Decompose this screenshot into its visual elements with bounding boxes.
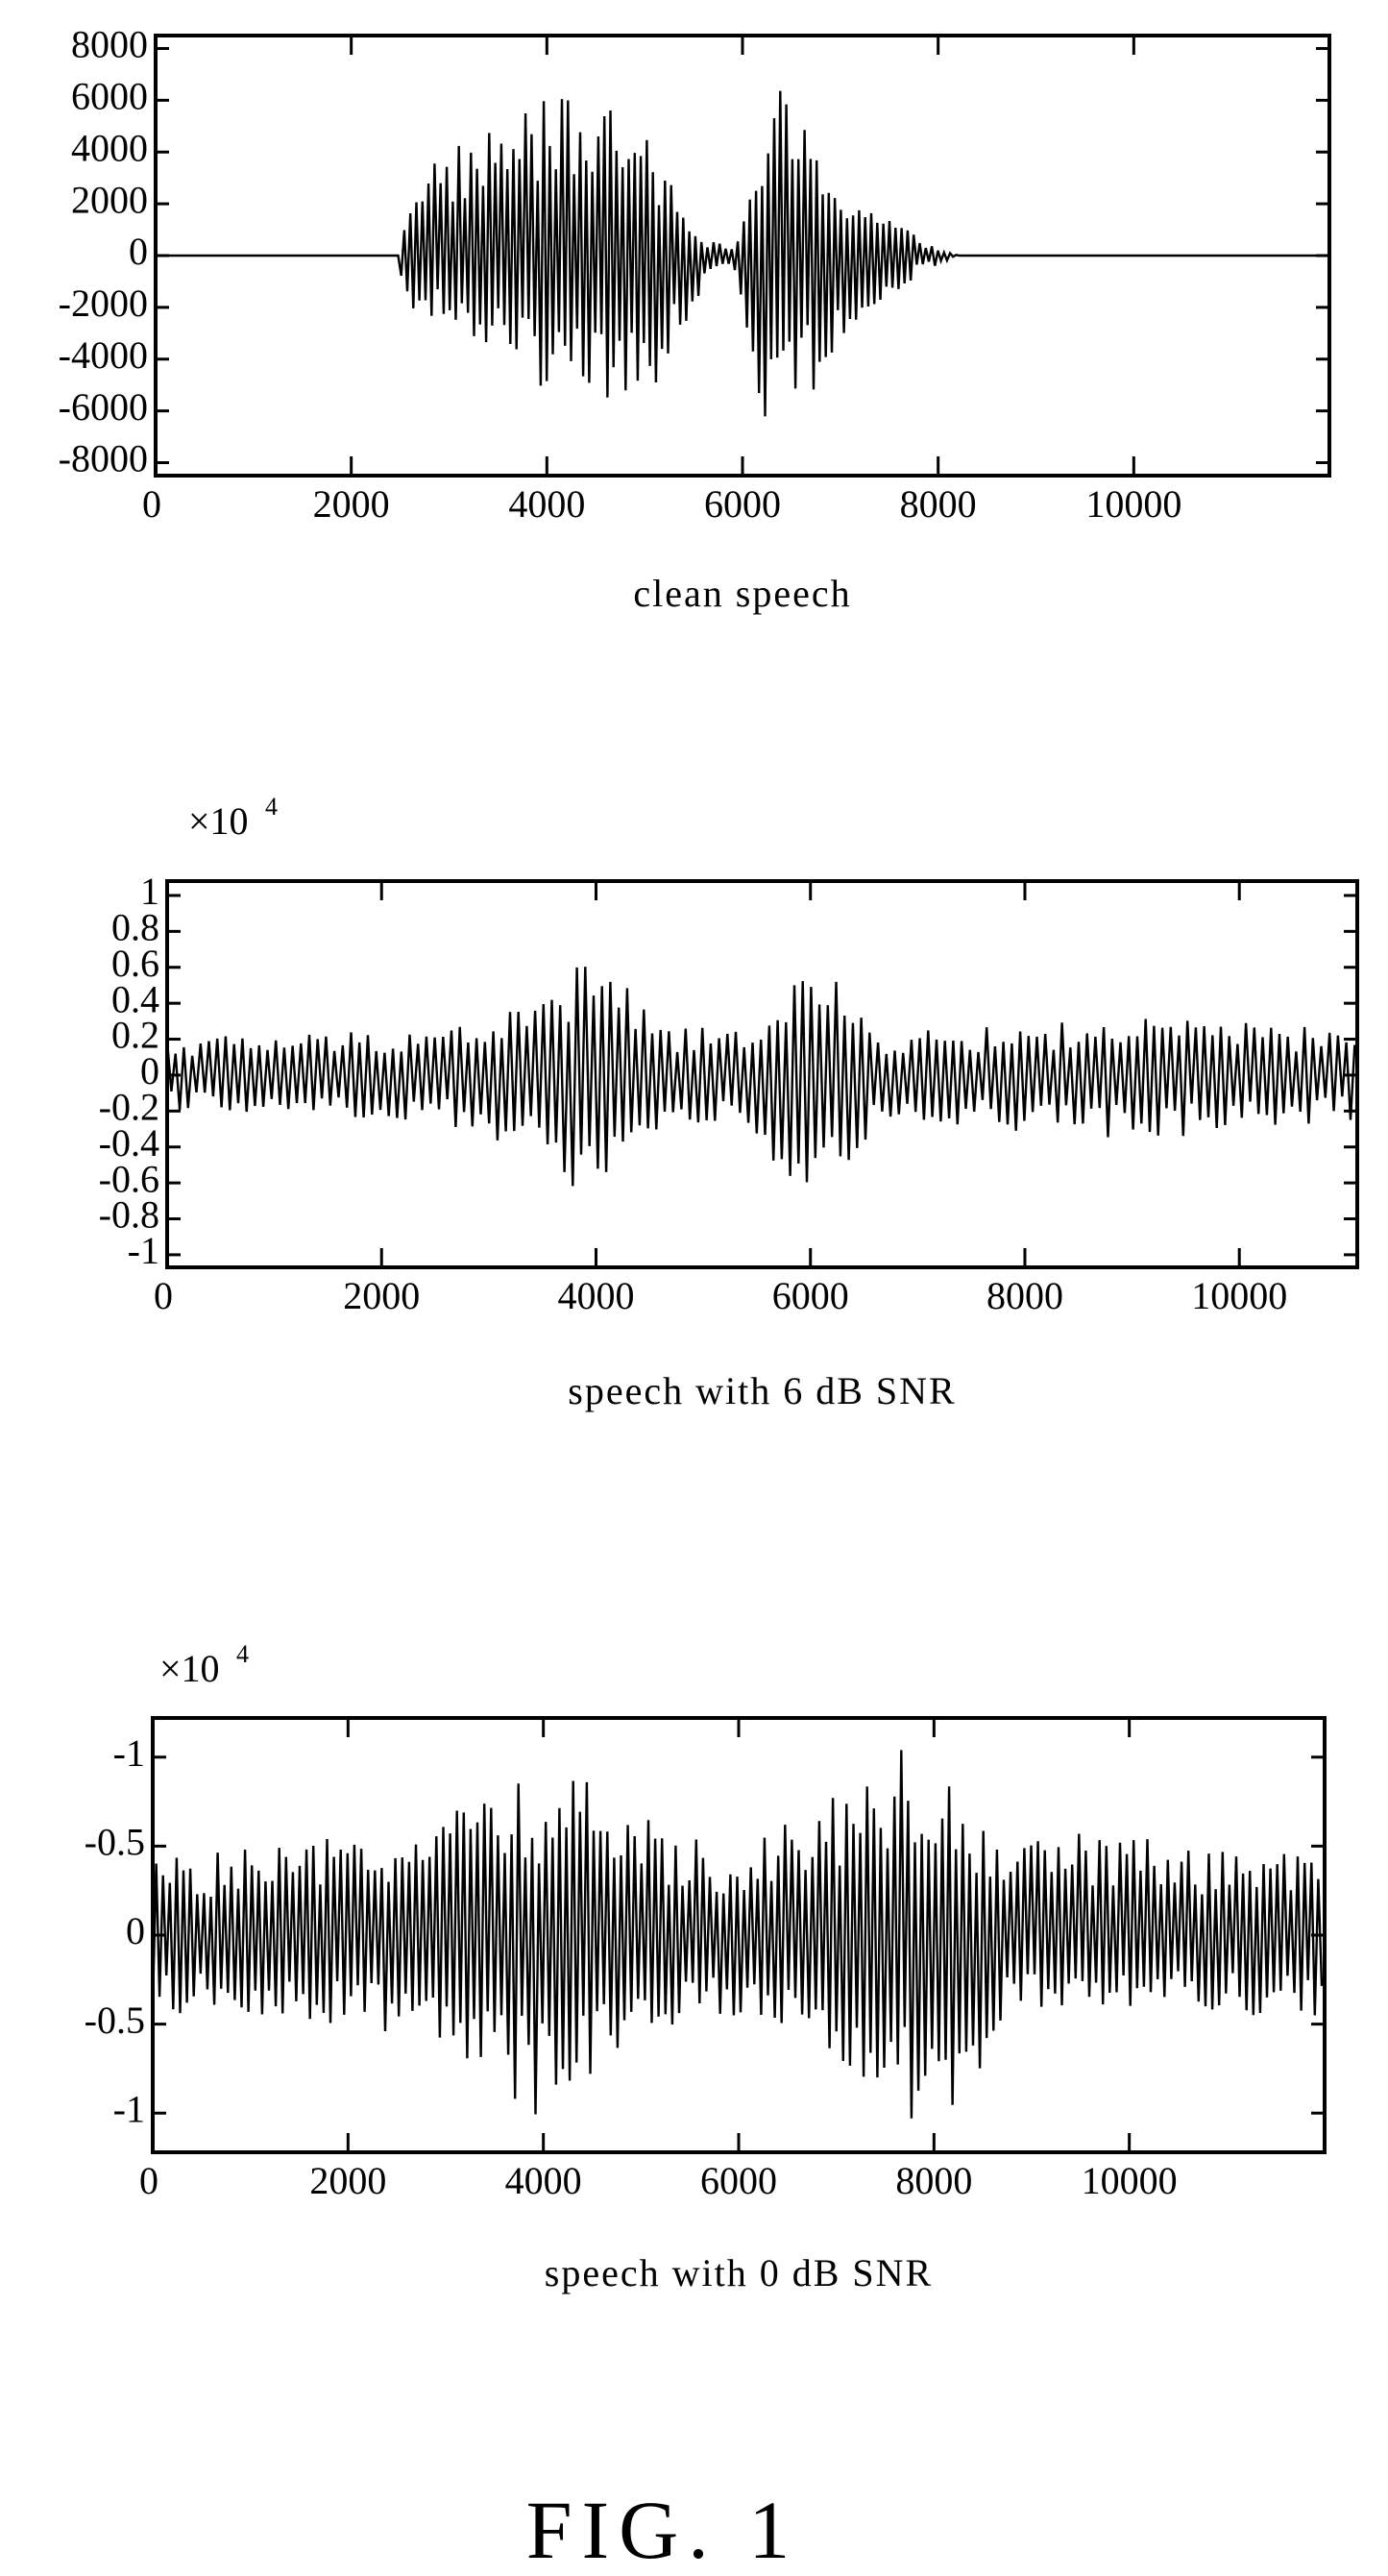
chart-speech-0db-snr: ×10 4 -1 -0.5 0 -0.5 -1 0 2000 4000 6000 8000 100… <box>85 1640 1327 2294</box>
figure-caption: FIG. 1 <box>526 2484 800 2576</box>
x-tick-labels: 0 2000 4000 6000 8000 10000 <box>142 482 1181 526</box>
y-tick-label: -0.5 <box>85 1821 145 1864</box>
chart-speech-6db-snr: ×10 4 10.80.60.40.20-0.2-0.4-0.6-0.8-1 0… <box>99 793 1359 1412</box>
x-tick-label: 6000 <box>700 2159 777 2202</box>
x-tick-label: 8000 <box>986 1274 1063 1317</box>
y-tick-label: -8000 <box>59 437 148 480</box>
x-tick-label: 4000 <box>557 1274 634 1317</box>
waveform-series <box>151 1750 1324 2119</box>
x-axis-label: clean speech <box>633 572 851 615</box>
waveform-line <box>165 967 1356 1187</box>
y-tick-label: -1 <box>128 1229 159 1272</box>
x-tick-label: 2000 <box>309 2159 386 2202</box>
y-tick-label: -1 <box>113 1731 145 1775</box>
chart-clean-speech: 8000 6000 4000 2000 0 -2000 -4000 -6000 -8000 0 2… <box>59 23 1331 615</box>
y-tick-label: 8000 <box>71 23 148 66</box>
x-axis-label: speech with 0 dB SNR <box>545 2251 933 2294</box>
y-multiplier: ×10 <box>159 1647 220 1690</box>
y-tick-label: -1 <box>113 2087 145 2130</box>
x-tick-label: 2000 <box>313 482 390 526</box>
x-tick-label: 0 <box>154 1274 173 1317</box>
x-tick-label: 4000 <box>505 2159 582 2202</box>
x-tick-label: 2000 <box>343 1274 420 1317</box>
x-tick-labels: 0 2000 4000 6000 8000 10000 <box>139 2159 1178 2202</box>
y-tick-label: -4000 <box>59 333 148 377</box>
waveform-series <box>165 967 1356 1187</box>
y-tick-label: -6000 <box>59 385 148 429</box>
x-axis-label: speech with 6 dB SNR <box>568 1369 956 1412</box>
y-tick-label: 2000 <box>71 178 148 221</box>
x-tick-label: 6000 <box>772 1274 849 1317</box>
y-tick-labels: -1 -0.5 0 -0.5 -1 <box>85 1731 145 2131</box>
y-multiplier-exponent: 4 <box>265 793 278 821</box>
y-multiplier-exponent: 4 <box>236 1640 249 1668</box>
x-tick-label: 4000 <box>508 482 585 526</box>
waveform-line <box>156 90 1329 417</box>
y-tick-label: 4000 <box>71 126 148 169</box>
y-multiplier: ×10 <box>188 799 249 843</box>
y-tick-label: 0 <box>126 1909 145 1952</box>
waveform-line <box>151 1750 1324 2119</box>
x-tick-label: 0 <box>139 2159 158 2202</box>
x-tick-label: 10000 <box>1085 482 1181 526</box>
figure: 80006000400020000-2000-4000-6000-8000 02… <box>59 23 1359 2576</box>
y-tick-labels: 10.80.60.40.20-0.2-0.4-0.6-0.8-1 <box>99 870 159 1272</box>
x-tick-labels: 0 2000 4000 6000 8000 10000 <box>154 1274 1287 1317</box>
x-tick-label: 8000 <box>895 2159 972 2202</box>
y-tick-label: 0 <box>129 230 148 273</box>
x-tick-label: 10000 <box>1191 1274 1287 1317</box>
y-tick-label: 6000 <box>71 75 148 118</box>
y-tick-labels: 8000 6000 4000 2000 0 -2000 -4000 -6000 -8000 <box>59 23 148 480</box>
waveform-series <box>156 90 1329 417</box>
x-tick-label: 6000 <box>704 482 781 526</box>
x-tick-label: 0 <box>142 482 161 526</box>
y-tick-label: -2000 <box>59 282 148 325</box>
x-tick-label: 10000 <box>1082 2159 1178 2202</box>
y-tick-label: -0.5 <box>85 1999 145 2042</box>
x-tick-label: 8000 <box>900 482 977 526</box>
